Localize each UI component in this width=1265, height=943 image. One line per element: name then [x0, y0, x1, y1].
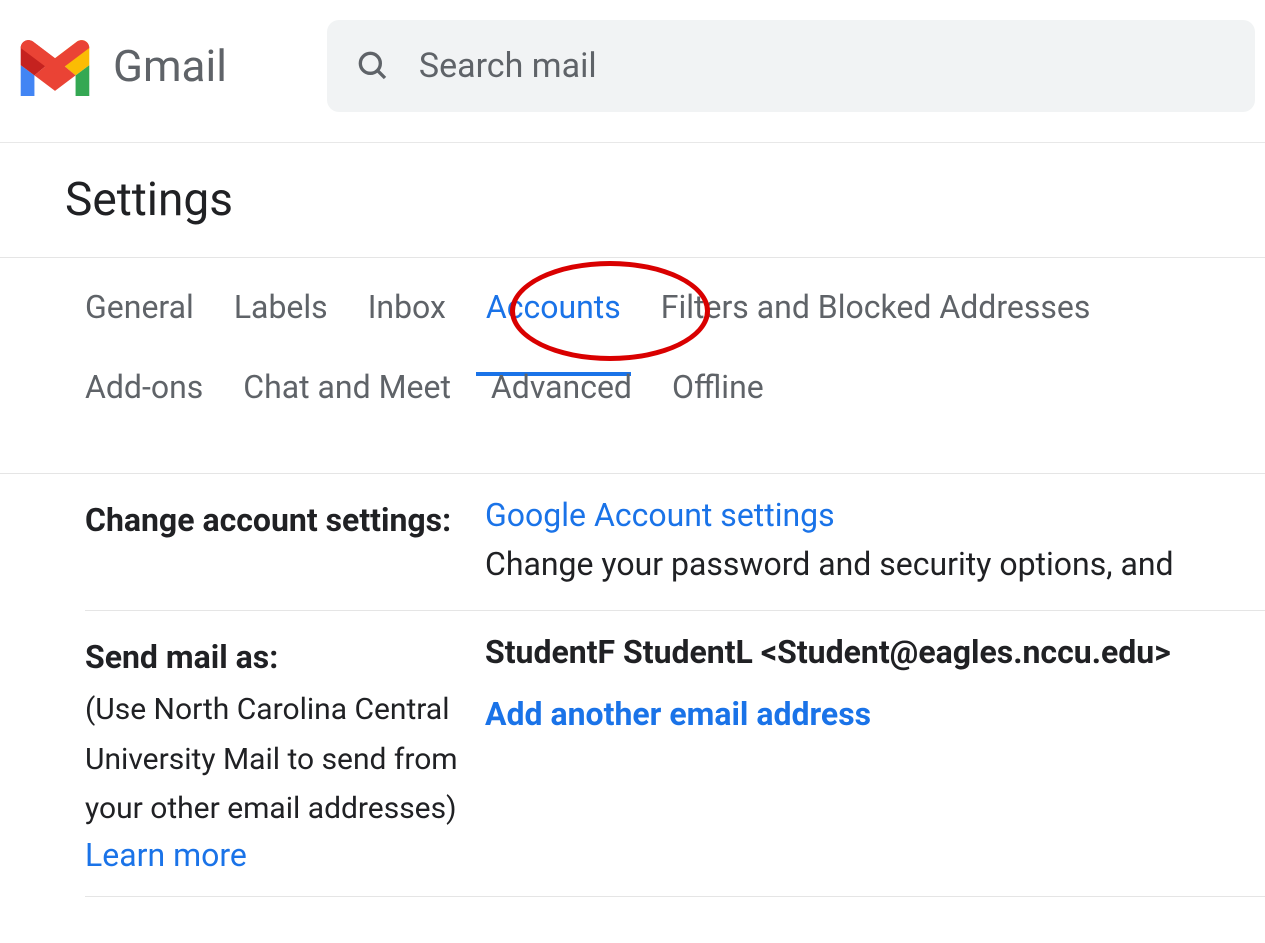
change-account-label-col: Change account settings: — [85, 496, 465, 588]
tab-general[interactable]: General — [85, 288, 194, 332]
tab-chat[interactable]: Chat and Meet — [243, 368, 451, 412]
email-identity: StudentF StudentL <Student@eagles.nccu.e… — [485, 633, 1265, 671]
tab-accounts[interactable]: Accounts — [486, 288, 621, 332]
change-account-value-col: Google Account settings Change your pass… — [485, 496, 1265, 588]
send-mail-as-label-col: Send mail as: (Use North Carolina Centra… — [85, 633, 465, 874]
google-account-settings-link[interactable]: Google Account settings — [485, 496, 835, 534]
add-another-email-link[interactable]: Add another email address — [485, 695, 871, 733]
search-bar[interactable] — [327, 20, 1255, 112]
tab-offline[interactable]: Offline — [672, 368, 764, 412]
change-account-description: Change your password and security option… — [485, 540, 1265, 588]
send-mail-as-value-col: StudentF StudentL <Student@eagles.nccu.e… — [485, 633, 1265, 874]
tab-addons[interactable]: Add-ons — [85, 368, 203, 412]
tab-inbox[interactable]: Inbox — [368, 288, 446, 332]
tab-labels[interactable]: Labels — [234, 288, 328, 332]
send-mail-as-label: Send mail as: — [85, 633, 465, 681]
send-mail-as-sublabel: (Use North Carolina Central University M… — [85, 685, 465, 834]
logo-area[interactable]: Gmail — [15, 36, 227, 96]
settings-tabs: General Labels Inbox Accounts Filters an… — [0, 258, 1265, 474]
tabs-row-1: General Labels Inbox Accounts Filters an… — [85, 288, 1265, 332]
learn-more-link[interactable]: Learn more — [85, 836, 247, 874]
tab-advanced[interactable]: Advanced — [491, 368, 632, 412]
app-header: Gmail — [0, 0, 1265, 143]
app-name: Gmail — [113, 40, 227, 92]
gmail-logo-icon — [15, 36, 95, 96]
settings-body: Change account settings: Google Account … — [0, 474, 1265, 897]
change-account-row: Change account settings: Google Account … — [85, 474, 1265, 611]
tab-filters[interactable]: Filters and Blocked Addresses — [661, 288, 1091, 332]
send-mail-as-row: Send mail as: (Use North Carolina Centra… — [85, 611, 1265, 897]
change-account-label: Change account settings: — [85, 496, 465, 544]
search-icon — [357, 50, 389, 82]
tabs-row-2: Add-ons Chat and Meet Advanced Offline — [85, 368, 1265, 412]
page-title: Settings — [0, 143, 1265, 258]
search-input[interactable] — [419, 46, 1225, 86]
content-area: Settings General Labels Inbox Accounts F… — [0, 143, 1265, 897]
